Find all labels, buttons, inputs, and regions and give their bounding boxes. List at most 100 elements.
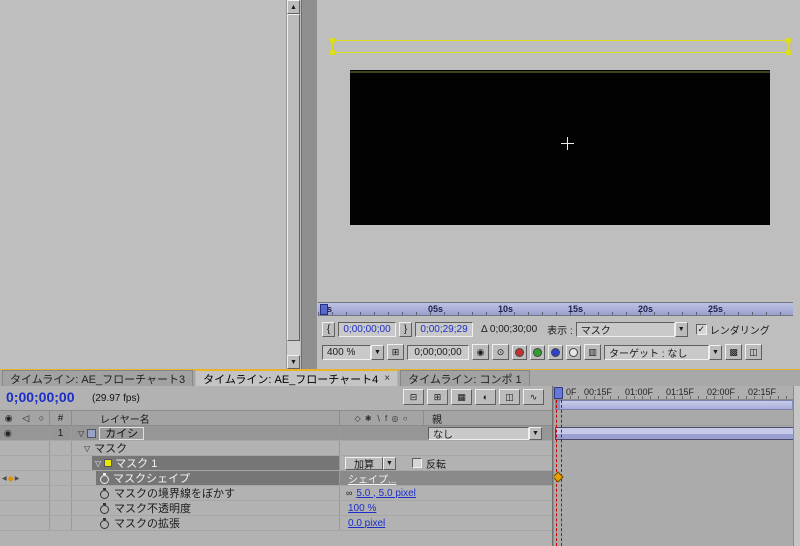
blue-channel-icon[interactable] xyxy=(548,344,563,360)
stopwatch-icon[interactable] xyxy=(100,502,110,514)
current-time-indicator-handle[interactable] xyxy=(554,387,563,399)
green-channel-icon[interactable] xyxy=(530,344,545,360)
layer-name-field[interactable]: カイシ xyxy=(99,426,145,440)
close-icon[interactable]: × xyxy=(384,373,390,384)
timeline-panel-right: 0F 00:15F 01:00F 01:15F 02:00F 02:15F xyxy=(554,386,800,546)
av-cell xyxy=(0,441,50,455)
twirl-icon[interactable]: ▽ xyxy=(84,444,90,453)
comp-time-ruler[interactable]: 0s 05s 10s 15s 20s 25s xyxy=(318,302,793,316)
composition-viewport[interactable] xyxy=(317,0,800,302)
keyframe-diamond-icon[interactable] xyxy=(554,471,564,483)
mask-group-row[interactable]: ▽ マスク xyxy=(0,441,552,456)
mask-invert-checkbox[interactable] xyxy=(412,458,422,468)
layer-color-swatch[interactable] xyxy=(87,428,97,438)
stopwatch-icon[interactable] xyxy=(100,472,110,484)
chevron-down-icon[interactable]: ▼ xyxy=(709,344,722,360)
mask-handle[interactable] xyxy=(786,50,791,55)
zoom-value[interactable]: 400 % xyxy=(322,344,371,360)
layer-duration-bar[interactable] xyxy=(555,427,795,440)
mask-mode-value[interactable]: 加算 xyxy=(345,456,383,471)
target-dropdown[interactable]: ターゲット : なし ▼ xyxy=(604,344,722,360)
chevron-down-icon[interactable]: ▼ xyxy=(383,456,396,470)
keyframe-toggle-icon[interactable]: ◆ xyxy=(8,474,14,483)
comp-family-icon[interactable]: ⊟ xyxy=(403,389,424,405)
transparency-grid-icon[interactable]: ▩ xyxy=(725,344,742,360)
eye-icon[interactable]: ◉ xyxy=(0,428,12,438)
set-in-point-button[interactable]: { xyxy=(322,321,335,337)
view-dropdown-value[interactable]: マスク xyxy=(575,321,675,337)
left-panel-scrollbar[interactable]: ▲ ▼ xyxy=(286,0,300,369)
set-out-point-button[interactable]: } xyxy=(399,321,412,337)
motion-blur-icon[interactable]: ◫ xyxy=(499,389,520,405)
in-point-field[interactable]: 0;00;00;00 xyxy=(338,321,396,337)
stopwatch-icon[interactable] xyxy=(100,487,110,499)
zoom-dropdown[interactable]: 400 % ▼ xyxy=(322,344,384,360)
graph-editor-icon[interactable]: ∿ xyxy=(523,389,544,405)
current-time-indicator-line[interactable] xyxy=(561,400,562,546)
stopwatch-icon[interactable] xyxy=(100,517,110,529)
chevron-down-icon[interactable]: ▼ xyxy=(674,321,688,337)
current-time-marker[interactable] xyxy=(320,304,328,315)
mask1-row[interactable]: ▽ マスク 1 加算 ▼ 反転 xyxy=(0,456,552,471)
comp-flowchart-icon[interactable]: ⊞ xyxy=(427,389,448,405)
mask-opacity-value[interactable]: 100 % xyxy=(348,503,376,514)
draft-3d-icon[interactable]: ▦ xyxy=(451,389,472,405)
tab-timeline-flowchart3[interactable]: タイムライン: AE_フローチャート3 xyxy=(2,370,194,386)
comp-timecode-button[interactable]: 0;00;00;00 xyxy=(407,344,469,360)
mask-shape-value[interactable]: シェイプ... xyxy=(348,471,396,486)
layer-name-header[interactable]: レイヤー名 xyxy=(72,411,340,426)
ruler-label: 0F xyxy=(566,387,577,397)
safe-margins-icon[interactable]: ⊞ xyxy=(387,344,404,360)
mask-color-swatch[interactable] xyxy=(104,459,113,467)
mask1-selection[interactable]: ▽ マスク 1 xyxy=(92,456,339,470)
scrollbar-thumb[interactable] xyxy=(287,14,300,341)
mask-outline[interactable] xyxy=(330,38,791,55)
mask-expansion-cell: マスクの拡張 xyxy=(72,516,340,530)
header-band xyxy=(554,410,800,426)
snapshot-icon[interactable]: ◉ xyxy=(472,344,489,360)
alpha-channel-icon[interactable] xyxy=(566,344,581,360)
rendering-checkbox[interactable]: ✓ xyxy=(695,323,707,335)
mask-handle[interactable] xyxy=(786,38,791,43)
timeline-panel-left: 0;00;00;00 (29.97 fps) ⊟ ⊞ ▦ ◐ ◫ ∿ ◉ ◁ ○… xyxy=(0,386,553,546)
prev-keyframe-icon[interactable]: ◀ xyxy=(2,475,7,482)
link-icon[interactable]: ∞ xyxy=(346,488,352,498)
layer-row-kaishi[interactable]: ◉ 1 ▽ カイシ なし ▼ xyxy=(0,426,552,441)
target-dropdown-value[interactable]: ターゲット : なし xyxy=(604,344,709,360)
view-dropdown[interactable]: マスク ▼ xyxy=(575,321,688,337)
parent-dropdown[interactable]: なし ▼ xyxy=(428,427,542,441)
mask-handle[interactable] xyxy=(330,38,335,43)
show-snapshot-icon[interactable]: ⊙ xyxy=(492,344,509,360)
scroll-down-icon[interactable]: ▼ xyxy=(287,355,300,369)
tab-timeline-comp1[interactable]: タイムライン: コンポ 1 xyxy=(400,370,530,386)
twirl-icon[interactable]: ▽ xyxy=(78,429,84,438)
current-timecode[interactable]: 0;00;00;00 xyxy=(6,389,75,405)
timeline-right-scrollbar[interactable] xyxy=(793,386,800,546)
frame-blend-icon[interactable]: ◐ xyxy=(475,389,496,405)
mask-mode-dropdown[interactable]: 加算 ▼ xyxy=(345,456,396,471)
switches-header: ◇ ✱ ∖ f ◎ ○ xyxy=(340,411,424,425)
resolution-icon[interactable]: ▥ xyxy=(584,344,601,360)
tab-timeline-flowchart4[interactable]: タイムライン: AE_フローチャート4 × xyxy=(195,370,399,386)
mask-opacity-row[interactable]: マスク不透明度 100 % xyxy=(0,501,552,516)
chevron-down-icon[interactable]: ▼ xyxy=(371,344,384,360)
chevron-down-icon[interactable]: ▼ xyxy=(529,427,542,440)
mask-expansion-value[interactable]: 0.0 pixel xyxy=(348,518,385,529)
twirl-icon[interactable]: ▽ xyxy=(95,459,101,468)
out-point-field[interactable]: 0;00;29;29 xyxy=(415,321,473,337)
mask-shape-row[interactable]: ◀ ◆ ▶ マスクシェイプ シェイプ... xyxy=(0,471,552,486)
view-layout-icon[interactable]: ◫ xyxy=(745,344,762,360)
timeline-time-ruler[interactable]: 0F 00:15F 01:00F 01:15F 02:00F 02:15F xyxy=(554,386,800,400)
work-area-bar[interactable] xyxy=(555,400,797,410)
mask-handle[interactable] xyxy=(330,50,335,55)
next-keyframe-icon[interactable]: ▶ xyxy=(15,475,20,482)
mask-feather-row[interactable]: マスクの境界線をぼかす ∞ 5.0 , 5.0 pixel xyxy=(0,486,552,501)
layer-name-cell: ▽ カイシ xyxy=(72,426,340,440)
scroll-up-icon[interactable]: ▲ xyxy=(287,0,300,14)
mask-expansion-row[interactable]: マスクの拡張 0.0 pixel xyxy=(0,516,552,531)
mask-shape-selection[interactable]: マスクシェイプ xyxy=(96,471,339,485)
red-channel-icon[interactable] xyxy=(512,344,527,360)
fps-label: (29.97 fps) xyxy=(92,393,140,404)
parent-dropdown-value[interactable]: なし xyxy=(428,427,529,441)
mask-feather-value[interactable]: 5.0 , 5.0 pixel xyxy=(356,488,415,499)
